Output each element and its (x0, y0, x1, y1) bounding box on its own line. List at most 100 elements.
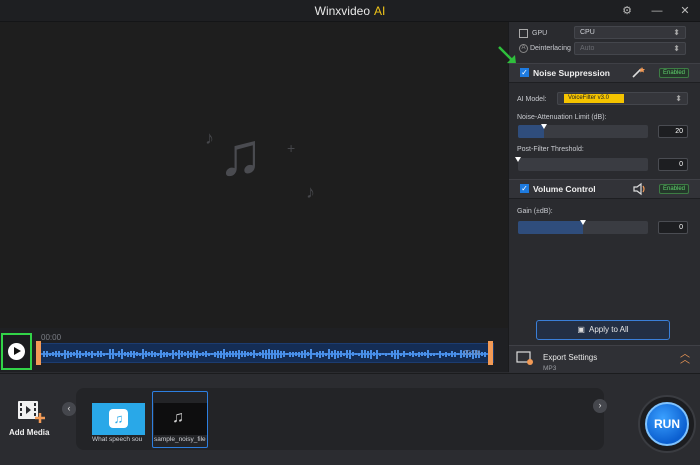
chevron-updown-icon: ⬍ (675, 94, 682, 103)
noise-suppression-checkbox[interactable]: ✓ (520, 68, 529, 77)
gpu-select[interactable]: CPU ⬍ (574, 26, 686, 39)
plus-sparkle-icon: + (287, 140, 296, 156)
run-button[interactable]: RUN (645, 402, 689, 446)
media-thumbnail-1[interactable]: ♫ (92, 403, 145, 435)
waveform-bar (262, 350, 264, 358)
waveform-bar (109, 349, 111, 359)
waveform-bar (190, 351, 192, 357)
deinterlacing-label: Deinterlacing (530, 45, 571, 52)
waveform-bar (280, 350, 282, 358)
play-button[interactable] (1, 333, 32, 370)
threshold-slider-thumb[interactable] (515, 157, 521, 162)
chevron-updown-icon: ⬍ (673, 28, 680, 37)
waveform-bar (388, 353, 390, 355)
post-filter-slider[interactable] (515, 157, 648, 171)
close-icon[interactable]: ✕ (677, 3, 693, 19)
gpu-checkbox[interactable] (519, 29, 528, 38)
waveform-bar (112, 349, 114, 359)
waveform-bar (94, 352, 96, 356)
waveform-bar (460, 350, 462, 358)
waveform-bar (316, 351, 318, 357)
noise-limit-input[interactable]: 20 (658, 125, 688, 138)
scroll-left-icon[interactable]: ‹ (62, 402, 76, 416)
waveform-bar (220, 350, 222, 358)
waveform-bar (289, 351, 291, 357)
gear-icon[interactable]: ⚙ (619, 3, 635, 19)
waveform-bar (49, 352, 51, 356)
waveform-bar (424, 352, 426, 356)
noise-limit-slider[interactable] (518, 124, 648, 138)
waveform-bar (232, 351, 234, 357)
waveform-bar (85, 351, 87, 357)
waveform-bar (178, 349, 180, 359)
waveform-bar (73, 352, 75, 356)
gain-slider[interactable] (518, 220, 648, 234)
waveform-bar (361, 350, 363, 358)
waveform-bar (253, 350, 255, 358)
music-note-small-icon: ♪ (205, 128, 214, 148)
music-app-icon: ♫ (109, 409, 128, 428)
app-suffix: AI (374, 4, 386, 18)
waveform-bar (298, 351, 300, 357)
waveform-bar (304, 350, 306, 358)
ai-model-label: AI Model: (517, 96, 547, 103)
waveform-bar (166, 351, 168, 357)
waveform-bar (418, 351, 420, 357)
waveform-bar (250, 352, 252, 356)
waveform-bar (430, 352, 432, 356)
waveform-bar (124, 352, 126, 356)
waveform-bar (163, 351, 165, 357)
ai-model-select[interactable]: VoiceFilter v3.0 ⬍ (557, 92, 688, 105)
waveform-bar (337, 350, 339, 358)
waveform-bar (160, 350, 162, 358)
add-media-icon[interactable] (16, 399, 46, 425)
minimize-icon[interactable]: — (649, 3, 665, 19)
add-media-label[interactable]: Add Media (9, 428, 49, 437)
time-end: 00:08 (463, 350, 481, 357)
waveform-bar (370, 349, 372, 359)
waveform-bar (136, 352, 138, 356)
music-note-small-icon: ♪ (306, 182, 315, 202)
noise-limit-label: Noise-Attenuation Limit (dB): (517, 114, 607, 121)
waveform-bar (376, 349, 378, 359)
trim-handle-right[interactable] (488, 341, 493, 365)
waveform-bar (139, 352, 141, 356)
scroll-right-icon[interactable]: › (593, 399, 607, 413)
trim-handle-left[interactable] (36, 341, 41, 365)
waveform-bar (301, 350, 303, 358)
waveform-bar (175, 352, 177, 356)
waveform-bar (307, 352, 309, 356)
waveform-bar (367, 350, 369, 358)
waveform-bar (55, 351, 57, 357)
apply-to-all-button[interactable]: ▣ Apply to All (536, 320, 670, 340)
volume-enabled-badge: Enabled (659, 184, 690, 194)
waveform-bar (52, 352, 54, 356)
chevron-up-icon[interactable]: ︿ ︿ (680, 350, 690, 366)
volume-control-checkbox[interactable]: ✓ (520, 184, 529, 193)
deinterlacing-select[interactable]: Auto ⬍ (574, 42, 686, 55)
limit-slider-thumb[interactable] (541, 124, 547, 129)
audio-waveform[interactable] (36, 343, 494, 363)
waveform-bar (451, 351, 453, 357)
gain-input[interactable]: 0 (658, 221, 688, 234)
export-settings-title: Export Settings (543, 353, 598, 362)
waveform-bar (427, 350, 429, 358)
waveform-bar (295, 352, 297, 356)
ai-model-value: VoiceFilter v3.0 (564, 94, 624, 103)
media-thumbnail-2[interactable]: ♫ (154, 403, 207, 435)
gain-label: Gain (±dB): (517, 208, 553, 215)
post-filter-input[interactable]: 0 (658, 158, 688, 171)
waveform-bar (133, 350, 135, 358)
waveform-bar (121, 349, 123, 359)
waveform-bar (328, 349, 330, 359)
waveform-bar (409, 352, 411, 356)
waveform-bar (202, 352, 204, 356)
waveform-bar (433, 352, 435, 356)
waveform-bar (400, 352, 402, 356)
waveform-bar (235, 351, 237, 357)
waveform-bar (79, 350, 81, 358)
app-title: Winxvideo AI (0, 4, 700, 18)
export-settings-bar[interactable] (509, 345, 700, 373)
media-name-2: sample_noisy_file (154, 436, 206, 443)
gain-slider-thumb[interactable] (580, 220, 586, 225)
